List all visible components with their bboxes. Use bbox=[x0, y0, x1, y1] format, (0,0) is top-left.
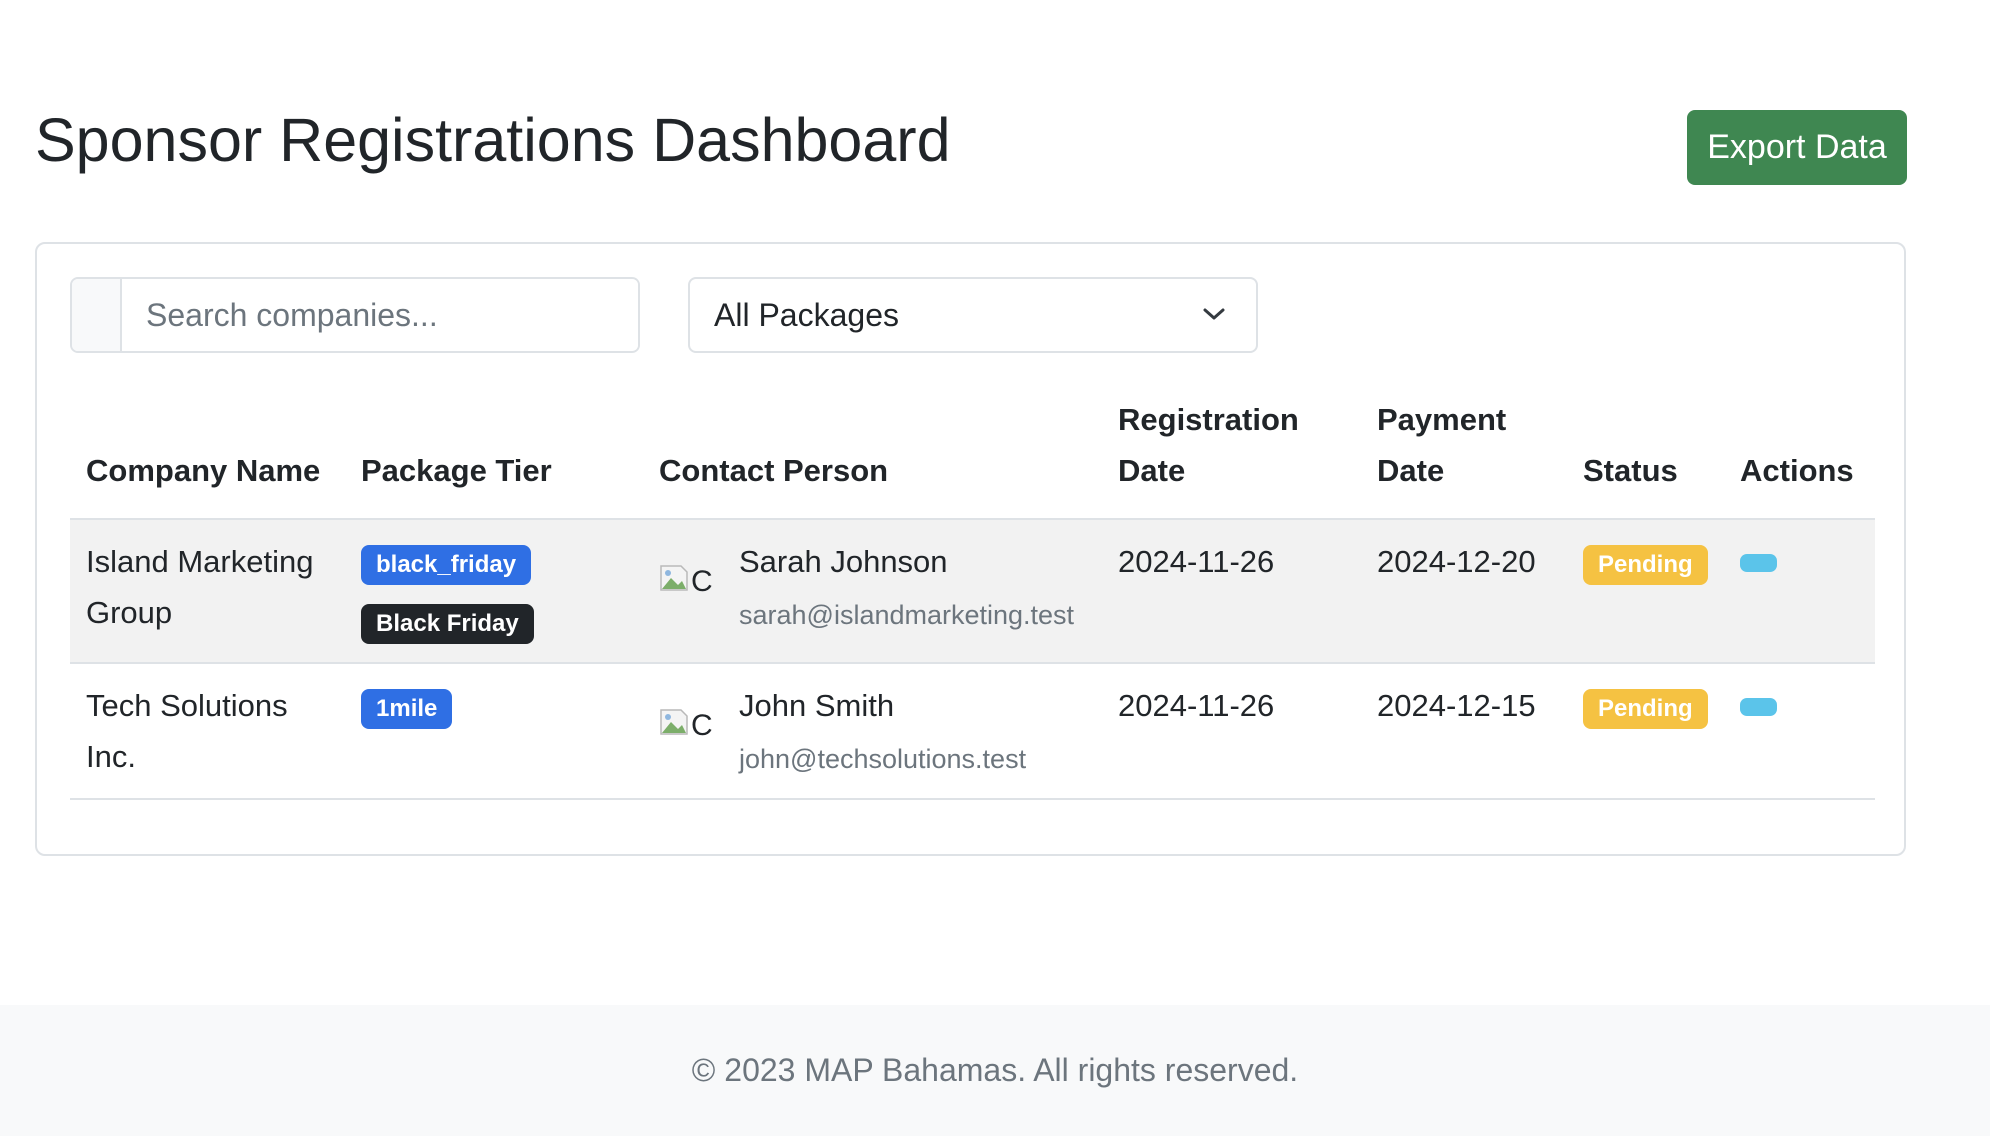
contact-name: Sarah Johnson bbox=[739, 544, 948, 579]
status-cell: Pending bbox=[1567, 663, 1724, 800]
export-data-button[interactable]: Export Data bbox=[1687, 110, 1907, 185]
column-header-contact[interactable]: Contact Person bbox=[643, 384, 1102, 520]
action-button[interactable] bbox=[1740, 698, 1777, 716]
registrations-card: All Packages Company Name Package Tier C… bbox=[35, 242, 1906, 856]
contact-cell: C Sarah Johnson sarah@islandmarketing.te… bbox=[643, 519, 1102, 664]
package-filter-value: All Packages bbox=[714, 296, 899, 333]
contact-email: john@techsolutions.test bbox=[739, 744, 1027, 774]
package-badge: Black Friday bbox=[361, 604, 534, 644]
package-cell: 1mile bbox=[345, 663, 643, 800]
column-header-registration-date[interactable]: Registration Date bbox=[1102, 384, 1361, 520]
column-header-package[interactable]: Package Tier bbox=[345, 384, 643, 520]
package-filter-select[interactable]: All Packages bbox=[688, 277, 1258, 353]
avatar-alt-text: C bbox=[691, 709, 713, 742]
contact-name: John Smith bbox=[739, 688, 895, 723]
registrations-table: Company Name Package Tier Contact Person… bbox=[70, 384, 1875, 800]
package-badge: black_friday bbox=[361, 545, 532, 585]
action-button[interactable] bbox=[1740, 554, 1777, 572]
column-header-company[interactable]: Company Name bbox=[70, 384, 345, 520]
avatar-alt-text: C bbox=[691, 565, 713, 598]
broken-image-icon bbox=[660, 709, 688, 735]
page-title: Sponsor Registrations Dashboard bbox=[35, 106, 951, 174]
payment-date: 2024-12-15 bbox=[1361, 663, 1567, 800]
footer: © 2023 MAP Bahamas. All rights reserved. bbox=[0, 1005, 1990, 1136]
package-badge: 1mile bbox=[361, 689, 453, 729]
status-badge: Pending bbox=[1583, 689, 1708, 729]
package-cell: black_friday Black Friday bbox=[345, 519, 643, 664]
footer-copyright: © 2023 MAP Bahamas. All rights reserved. bbox=[691, 1052, 1299, 1088]
company-name: Island Marketing Group bbox=[70, 519, 345, 664]
status-badge: Pending bbox=[1583, 545, 1708, 585]
contact-email: sarah@islandmarketing.test bbox=[739, 600, 1075, 630]
payment-date: 2024-12-20 bbox=[1361, 519, 1567, 664]
search-icon bbox=[72, 279, 122, 351]
actions-cell bbox=[1724, 519, 1875, 664]
registration-date: 2024-11-26 bbox=[1102, 519, 1361, 664]
column-header-actions: Actions bbox=[1724, 384, 1875, 520]
table-header-row: Company Name Package Tier Contact Person… bbox=[70, 384, 1875, 520]
column-header-payment-date[interactable]: Payment Date bbox=[1361, 384, 1567, 520]
avatar: C bbox=[659, 558, 721, 602]
column-header-status[interactable]: Status bbox=[1567, 384, 1724, 520]
table-row: Island Marketing Group black_friday Blac… bbox=[70, 519, 1875, 664]
search-group bbox=[70, 277, 640, 353]
table-row: Tech Solutions Inc. 1mile C John Smith j… bbox=[70, 663, 1875, 800]
search-input[interactable] bbox=[122, 279, 638, 351]
company-name: Tech Solutions Inc. bbox=[70, 663, 345, 800]
contact-cell: C John Smith john@techsolutions.test bbox=[643, 663, 1102, 800]
status-cell: Pending bbox=[1567, 519, 1724, 664]
chevron-down-icon bbox=[1203, 308, 1225, 320]
page-header: Sponsor Registrations Dashboard Export D… bbox=[35, 108, 1907, 188]
registration-date: 2024-11-26 bbox=[1102, 663, 1361, 800]
avatar: C bbox=[659, 702, 721, 746]
actions-cell bbox=[1724, 663, 1875, 800]
broken-image-icon bbox=[660, 565, 688, 591]
